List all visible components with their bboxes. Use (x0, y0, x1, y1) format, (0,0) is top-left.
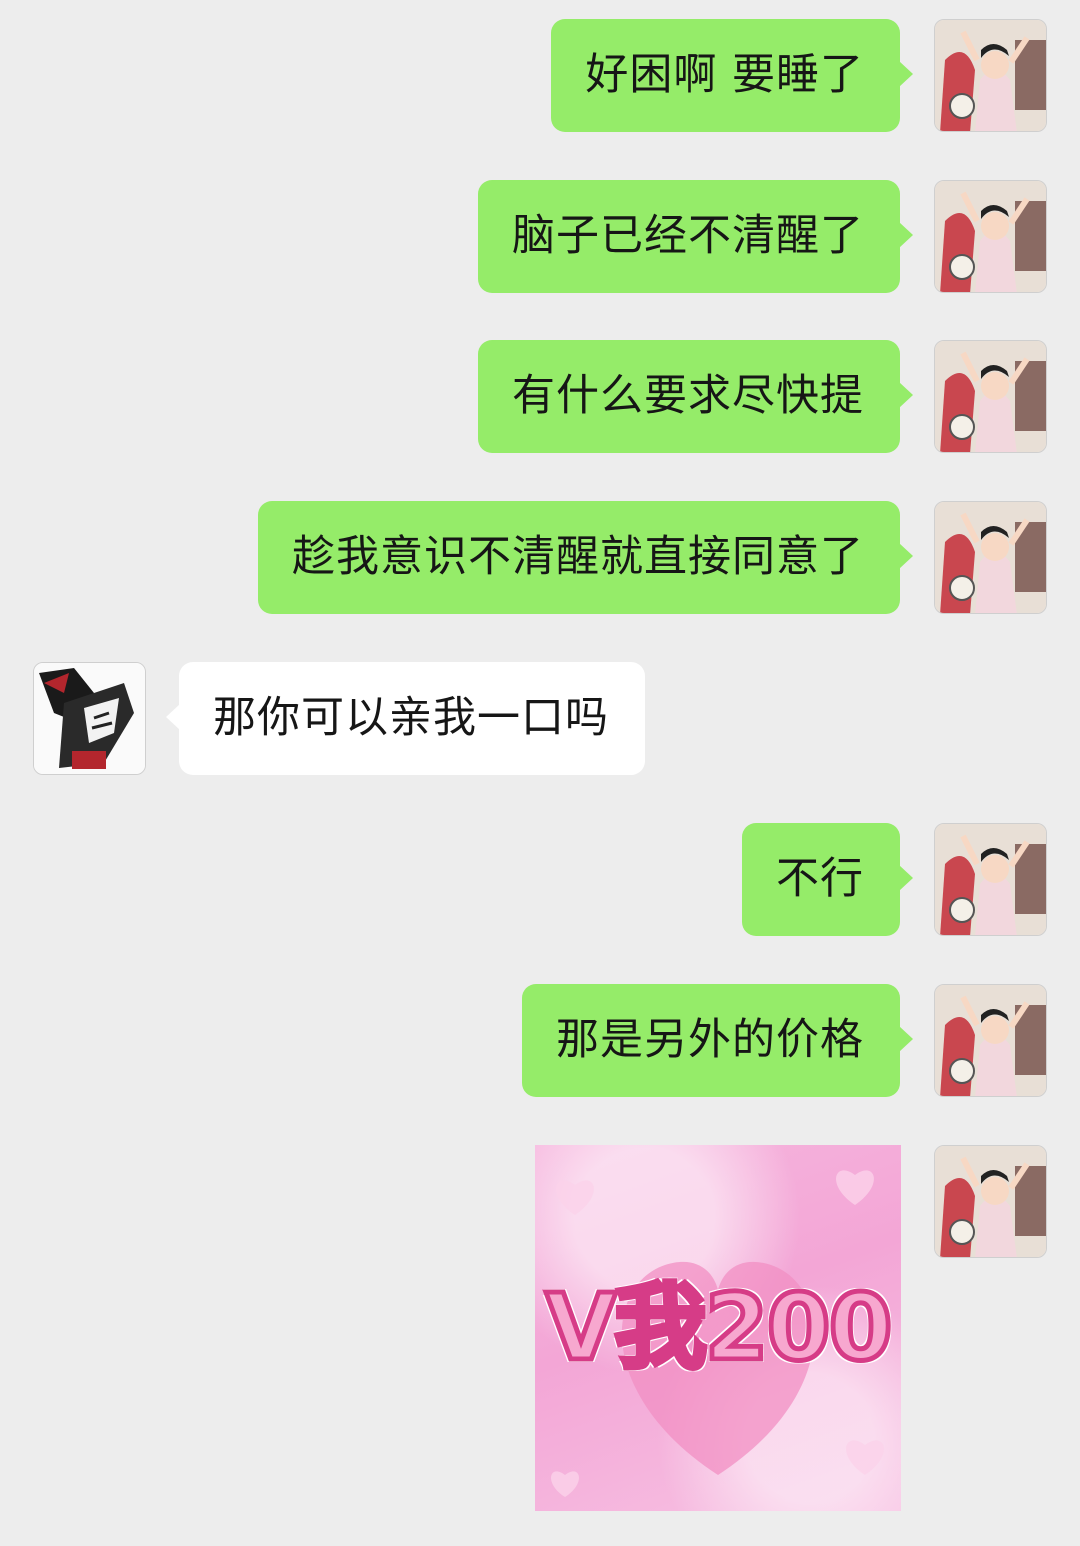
message-row: 脑子已经不清醒了 (0, 180, 1080, 294)
sticker-text: V我200 (543, 1272, 895, 1384)
other-avatar[interactable] (33, 662, 146, 775)
my-message-bubble[interactable]: 不行 (742, 823, 913, 936)
cartoon-avatar-icon (935, 20, 1046, 131)
cartoon-avatar-icon (935, 502, 1046, 613)
my-avatar[interactable] (934, 501, 1047, 614)
my-message-bubble[interactable]: 脑子已经不清醒了 (478, 180, 913, 293)
my-message-bubble[interactable]: 有什么要求尽快提 (478, 340, 913, 453)
other-message-bubble[interactable]: 那你可以亲我一口吗 (166, 662, 645, 775)
message-row: 那你可以亲我一口吗 (0, 662, 1080, 776)
message-row: 有什么要求尽快提 (0, 340, 1080, 454)
my-avatar[interactable] (934, 180, 1047, 293)
cartoon-avatar-icon (935, 341, 1046, 452)
sticker-message[interactable]: V我200 (535, 1145, 901, 1511)
my-avatar[interactable] (934, 19, 1047, 132)
message-row: 趁我意识不清醒就直接同意了 (0, 501, 1080, 615)
my-avatar[interactable] (934, 1145, 1047, 1258)
message-row: 好困啊 要睡了 (0, 19, 1080, 133)
my-avatar[interactable] (934, 340, 1047, 453)
my-avatar[interactable] (934, 823, 1047, 936)
my-message-bubble[interactable]: 那是另外的价格 (522, 984, 913, 1097)
cartoon-avatar-icon (935, 985, 1046, 1096)
my-avatar[interactable] (934, 984, 1047, 1097)
message-row: 不行 (0, 823, 1080, 937)
message-row: 那是另外的价格 (0, 984, 1080, 1098)
my-message-bubble[interactable]: 好困啊 要睡了 (551, 19, 913, 132)
cartoon-avatar-icon (935, 181, 1046, 292)
cartoon-avatar-icon (935, 1146, 1046, 1257)
manga-avatar-icon (34, 663, 145, 774)
my-message-bubble[interactable]: 趁我意识不清醒就直接同意了 (258, 501, 913, 614)
cartoon-avatar-icon (935, 824, 1046, 935)
